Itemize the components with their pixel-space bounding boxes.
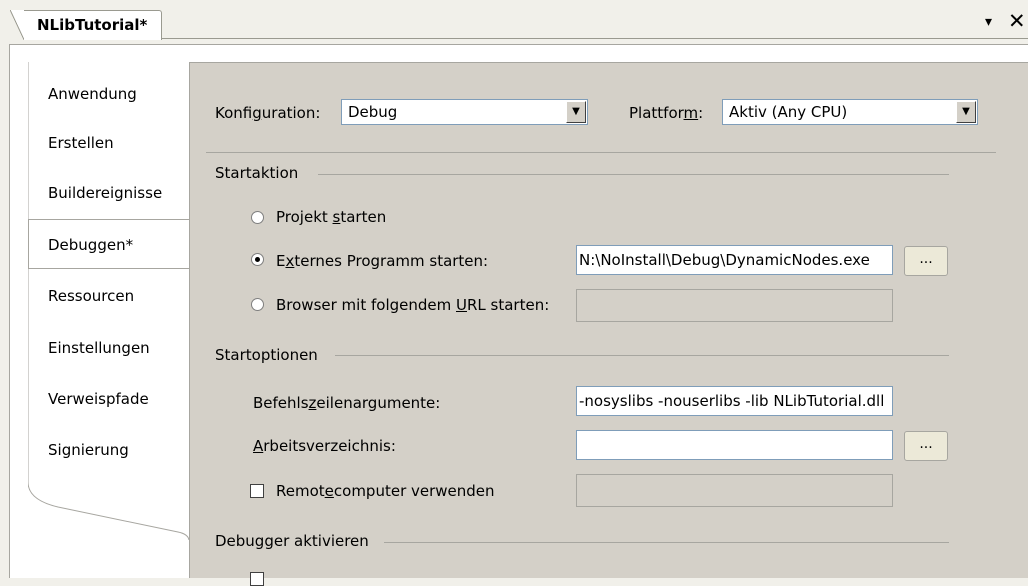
externes-programm-value: N:\NoInstall\Debug\DynamicNodes.exe: [579, 251, 870, 269]
close-icon[interactable]: ✕: [1008, 9, 1026, 33]
remotecomputer-input[interactable]: [576, 474, 893, 507]
konfiguration-label: Konfiguration:: [215, 104, 321, 122]
remotecomputer-checkbox[interactable]: [250, 484, 264, 498]
nav-item-debuggen[interactable]: Debuggen*: [48, 236, 133, 254]
document-tab-edge: [10, 10, 24, 40]
nav-item-anwendung[interactable]: Anwendung: [48, 85, 137, 103]
startaktion-heading: Startaktion: [215, 164, 299, 182]
debugger-separator: [384, 542, 949, 543]
dropdown-arrow-icon[interactable]: ▼: [956, 101, 976, 123]
debugger-aktivieren-heading: Debugger aktivieren: [215, 532, 369, 550]
browser-url-label[interactable]: Browser mit folgendem URL starten:: [276, 296, 549, 314]
startoptionen-separator: [335, 355, 949, 356]
debugger-checkbox-partial[interactable]: [250, 572, 264, 586]
startaktion-separator: [318, 174, 949, 175]
nav-item-ressourcen[interactable]: Ressourcen: [48, 287, 134, 305]
befehlszeilenargumente-label: Befehlszeilenargumente:: [253, 394, 441, 412]
externes-programm-input[interactable]: N:\NoInstall\Debug\DynamicNodes.exe: [576, 245, 893, 275]
startoptionen-heading: Startoptionen: [215, 346, 318, 364]
projekt-starten-label[interactable]: Projekt starten: [276, 208, 386, 226]
plattform-value: Aktiv (Any CPU): [729, 103, 848, 121]
nav-item-buildereignisse[interactable]: Buildereignisse: [48, 184, 162, 202]
arbeitsverzeichnis-browse-button[interactable]: ...: [904, 431, 948, 461]
arbeitsverzeichnis-label: Arbeitsverzeichnis:: [253, 437, 396, 455]
befehlszeilenargumente-input[interactable]: -nosyslibs -nouserlibs -lib NLibTutorial…: [576, 386, 893, 416]
externes-programm-radio[interactable]: [251, 253, 264, 266]
window-menu-dropdown-icon[interactable]: ▾: [985, 14, 992, 30]
document-tab[interactable]: NLibTutorial*: [10, 10, 162, 40]
nav-item-signierung[interactable]: Signierung: [48, 441, 129, 459]
config-separator: [206, 152, 996, 153]
konfiguration-select[interactable]: Debug ▼: [341, 99, 588, 125]
browser-url-input[interactable]: [576, 289, 893, 322]
nav-item-verweispfade[interactable]: Verweispfade: [48, 390, 149, 408]
nav-item-erstellen[interactable]: Erstellen: [48, 134, 114, 152]
remotecomputer-label[interactable]: Remotecomputer verwenden: [276, 482, 495, 500]
konfiguration-value: Debug: [348, 103, 398, 121]
browser-url-radio[interactable]: [251, 298, 264, 311]
externes-programm-browse-button[interactable]: ...: [904, 246, 948, 276]
externes-programm-label[interactable]: Externes Programm starten:: [276, 252, 488, 270]
arbeitsverzeichnis-input[interactable]: [576, 430, 893, 460]
befehlszeilenargumente-value: -nosyslibs -nouserlibs -lib NLibTutorial…: [579, 392, 885, 410]
projekt-starten-radio[interactable]: [251, 211, 264, 224]
tab-strip-divider: [10, 38, 1028, 39]
dropdown-arrow-icon[interactable]: ▼: [566, 101, 586, 123]
plattform-label: Plattform:: [629, 104, 704, 122]
nav-item-einstellungen[interactable]: Einstellungen: [48, 339, 150, 357]
document-tab-title: NLibTutorial*: [37, 16, 148, 34]
plattform-select[interactable]: Aktiv (Any CPU) ▼: [722, 99, 978, 125]
